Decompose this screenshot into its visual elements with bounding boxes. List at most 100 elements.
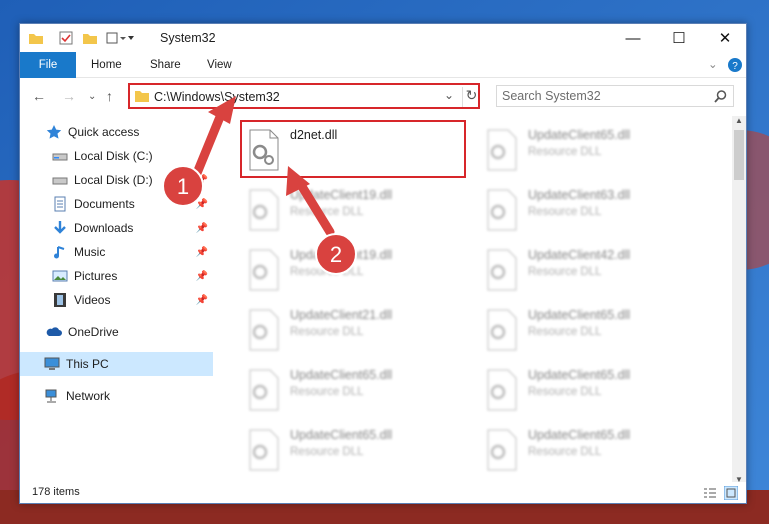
file-type: Resource DLL [528, 146, 602, 158]
file-type: Resource DLL [290, 326, 364, 338]
dll-file-icon [249, 369, 279, 411]
sidebar-item-local-disk-d[interactable]: Local Disk (D:) 📌 [52, 168, 214, 192]
search-box[interactable]: Search System32 [496, 85, 734, 107]
large-icons-view-icon[interactable] [724, 486, 738, 500]
file-item[interactable]: UpdateClient19.dll Resource DLL [242, 242, 467, 296]
file-name: UpdateClient65.dll [528, 368, 631, 382]
svg-text:?: ? [732, 61, 738, 72]
tab-share[interactable]: Share [150, 52, 181, 78]
file-type: Resource DLL [290, 266, 364, 278]
drive-icon [52, 177, 68, 185]
computer-icon [44, 357, 60, 370]
file-name: UpdateClient21.dll [290, 308, 393, 322]
tab-view[interactable]: View [207, 52, 232, 78]
file-name: UpdateClient63.dll [528, 188, 631, 202]
item-count: 178 items [32, 486, 80, 498]
file-item[interactable]: UpdateClient65.dll Resource DLL [242, 422, 467, 476]
recent-locations-icon[interactable]: ⌄ [88, 91, 96, 102]
file-item[interactable]: UpdateClient19.dll Resource DLL [242, 182, 467, 236]
dll-file-icon [487, 249, 517, 291]
minimize-button[interactable]: — [610, 24, 656, 52]
navigation-pane: Quick access Local Disk (C:) Local Disk … [20, 116, 215, 486]
pin-icon[interactable]: 📌 [196, 223, 208, 234]
scrollbar-thumb[interactable] [734, 130, 744, 180]
search-icon[interactable] [714, 90, 727, 103]
customize-toolbar-icon[interactable] [106, 30, 136, 46]
address-bar[interactable]: C:\Windows\System32 ⌄ ↻ [128, 83, 480, 109]
dll-file-icon [249, 249, 279, 291]
documents-icon [54, 196, 66, 212]
drive-icon [52, 153, 68, 161]
address-row: ← → ⌄ ↑ C:\Windows\System32 ⌄ ↻ Search S… [20, 79, 746, 113]
dll-file-icon [487, 369, 517, 411]
star-icon [46, 125, 62, 139]
file-type: Resource DLL [528, 266, 602, 278]
sidebar-item-music[interactable]: Music 📌 [52, 240, 214, 264]
address-path: C:\Windows\System32 [154, 90, 280, 104]
file-name: UpdateClient19.dll [290, 248, 393, 262]
properties-icon[interactable] [58, 30, 74, 46]
videos-icon [54, 293, 66, 307]
ribbon-tabs: File Home Share View ⌄ ? [20, 52, 746, 78]
sidebar-item-onedrive[interactable]: OneDrive [46, 320, 214, 344]
file-name: UpdateClient42.dll [528, 248, 631, 262]
file-item[interactable]: UpdateClient65.dll Resource DLL [480, 122, 705, 176]
file-item[interactable]: UpdateClient21.dll Resource DLL [242, 302, 467, 356]
file-name: UpdateClient19.dll [290, 188, 393, 202]
sidebar-item-documents[interactable]: Documents 📌 [52, 192, 214, 216]
sidebar-item-videos[interactable]: Videos 📌 [52, 288, 214, 312]
help-icon[interactable]: ? [728, 52, 742, 78]
file-name: UpdateClient65.dll [528, 428, 631, 442]
scroll-up-icon[interactable]: ▲ [735, 116, 743, 125]
pin-icon[interactable]: 📌 [196, 199, 208, 210]
dll-file-icon [487, 429, 517, 471]
file-item[interactable]: UpdateClient42.dll Resource DLL [480, 242, 705, 296]
file-type: Resource DLL [290, 206, 364, 218]
address-dropdown-icon[interactable]: ⌄ [444, 88, 454, 102]
pin-icon[interactable]: 📌 [196, 247, 208, 258]
window-title: System32 [160, 31, 216, 45]
pictures-icon [52, 270, 68, 282]
maximize-button[interactable]: ☐ [656, 24, 702, 52]
file-type: Resource DLL [290, 386, 364, 398]
sidebar-item-quick-access[interactable]: Quick access [46, 120, 214, 144]
tab-file[interactable]: File [20, 52, 76, 78]
pin-icon[interactable]: 📌 [196, 175, 208, 186]
pin-icon[interactable]: 📌 [196, 295, 208, 306]
back-icon[interactable]: ← [32, 88, 46, 104]
file-type: Resource DLL [528, 446, 602, 458]
music-icon [54, 246, 65, 259]
selection-highlight [240, 120, 466, 178]
sidebar-item-local-disk-c[interactable]: Local Disk (C:) [52, 144, 214, 168]
new-folder-icon[interactable] [82, 30, 98, 46]
network-icon [45, 389, 57, 403]
file-item[interactable]: UpdateClient65.dll Resource DLL [480, 362, 705, 416]
dll-file-icon [487, 309, 517, 351]
refresh-icon[interactable]: ↻ [462, 87, 480, 107]
tab-home[interactable]: Home [91, 52, 122, 78]
search-placeholder: Search System32 [502, 89, 601, 103]
file-item[interactable]: UpdateClient65.dll Resource DLL [480, 302, 705, 356]
vertical-scrollbar[interactable]: ▲ ▼ [732, 116, 746, 486]
sidebar-item-downloads[interactable]: Downloads 📌 [52, 216, 214, 240]
file-type: Resource DLL [528, 326, 602, 338]
sidebar-item-network[interactable]: Network [44, 384, 214, 408]
dll-file-icon [249, 309, 279, 351]
file-name: UpdateClient65.dll [528, 128, 631, 142]
file-item[interactable]: UpdateClient63.dll Resource DLL [480, 182, 705, 236]
dll-file-icon [249, 189, 279, 231]
file-item[interactable]: UpdateClient65.dll Resource DLL [480, 422, 705, 476]
close-button[interactable]: ✕ [702, 24, 746, 52]
details-view-icon[interactable] [703, 487, 717, 499]
sidebar-item-this-pc[interactable]: This PC [20, 352, 213, 376]
sidebar-item-pictures[interactable]: Pictures 📌 [52, 264, 214, 288]
up-icon[interactable]: ↑ [106, 88, 113, 104]
file-item[interactable]: UpdateClient65.dll Resource DLL [242, 362, 467, 416]
dll-file-icon [249, 429, 279, 471]
expand-ribbon-icon[interactable]: ⌄ [708, 52, 718, 78]
folder-icon [135, 91, 149, 102]
file-explorer-window: System32 — ☐ ✕ File Home Share View ⌄ ? … [19, 23, 747, 504]
file-name: UpdateClient65.dll [290, 368, 393, 382]
forward-icon[interactable]: → [62, 88, 76, 104]
pin-icon[interactable]: 📌 [196, 271, 208, 282]
